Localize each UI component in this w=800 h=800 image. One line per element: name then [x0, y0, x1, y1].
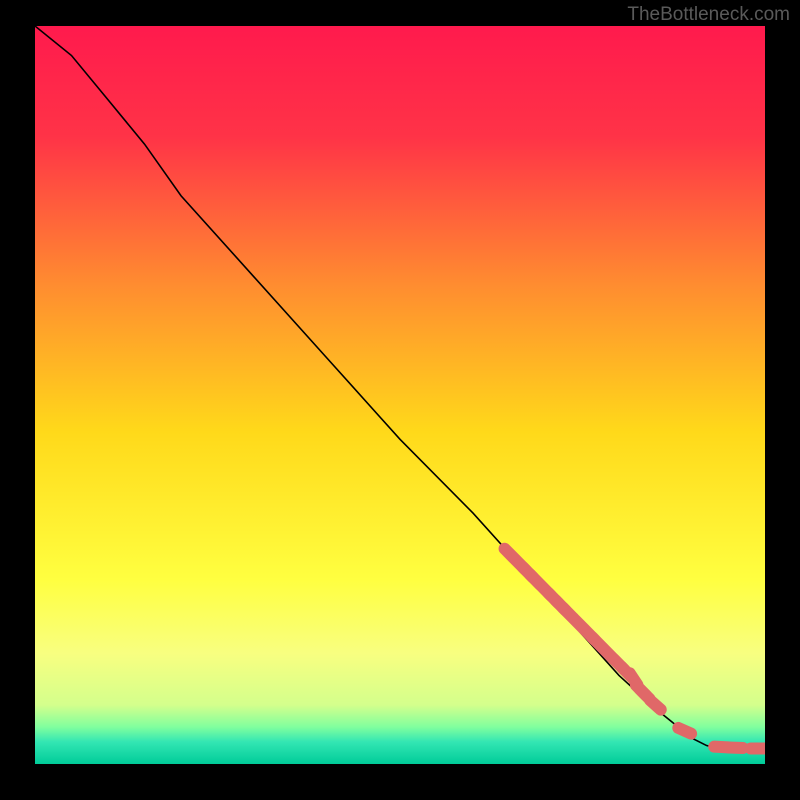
chart-container: TheBottleneck.com — [0, 0, 800, 800]
background-gradient — [35, 26, 765, 764]
data-point — [678, 728, 691, 734]
data-point — [650, 700, 660, 709]
chart-svg — [35, 26, 765, 764]
watermark-text: TheBottleneck.com — [627, 4, 790, 26]
plot-area — [35, 26, 765, 764]
